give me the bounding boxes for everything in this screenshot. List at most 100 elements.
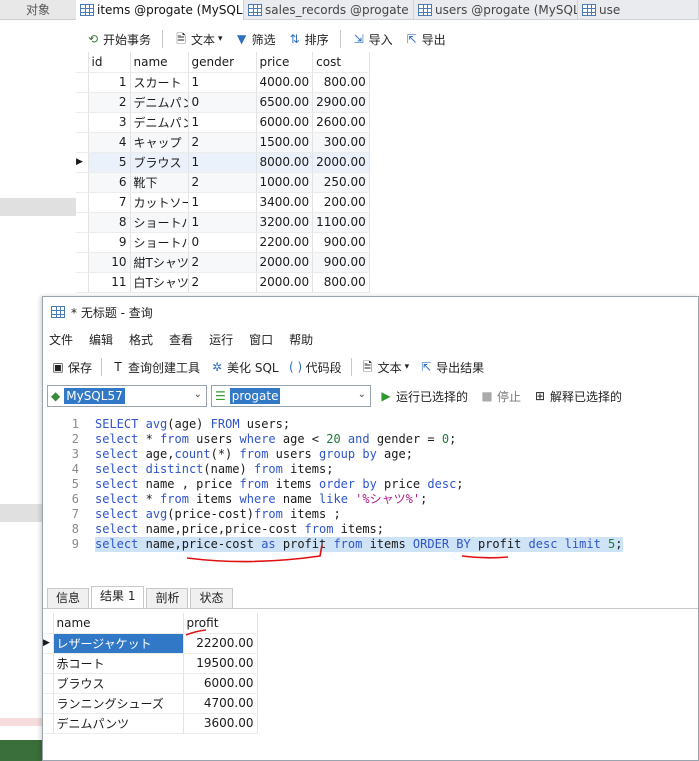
grid-cell-cost[interactable]: 900.00 bbox=[312, 252, 370, 273]
grid-cell-name[interactable]: ショートパンツ bbox=[130, 232, 189, 253]
editor-line[interactable]: 1 SELECT avg(age) FROM users; bbox=[43, 417, 698, 432]
grid-cell-id[interactable]: 9 bbox=[88, 232, 131, 253]
grid-cell-id[interactable]: 10 bbox=[88, 252, 131, 273]
menu-help[interactable]: 帮助 bbox=[287, 329, 327, 351]
grid-cell-price[interactable]: 2000.00 bbox=[256, 252, 314, 273]
grid-cell-name[interactable]: ブラウス bbox=[130, 152, 189, 173]
grid-cell-name[interactable]: 靴下 bbox=[130, 172, 189, 193]
grid-cell-name[interactable]: デニムパンツ bbox=[53, 713, 184, 734]
text-view-button[interactable]: 🗎 文本 ▾ bbox=[170, 28, 227, 50]
tab-status[interactable]: 状态 bbox=[190, 588, 233, 608]
grid-cell-id[interactable]: 4 bbox=[88, 132, 131, 153]
grid-cell-cost[interactable]: 300.00 bbox=[312, 132, 370, 153]
beautify-sql-button[interactable]: ✲ 美化 SQL bbox=[206, 356, 283, 378]
grid-cell-id[interactable]: 7 bbox=[88, 192, 131, 213]
menu-run[interactable]: 运行 bbox=[207, 329, 247, 351]
grid-cell-name[interactable]: スカート bbox=[130, 72, 189, 93]
grid-cell-gender[interactable]: 0 bbox=[188, 92, 257, 113]
table-row[interactable]: 1 スカート 1 4000.00 800.00 bbox=[76, 72, 370, 93]
query-builder-button[interactable]: T 查询创建工具 bbox=[107, 356, 204, 378]
grid-cell-gender[interactable]: 1 bbox=[188, 192, 257, 213]
menu-view[interactable]: 查看 bbox=[167, 329, 207, 351]
grid-cell-profit[interactable]: 19500.00 bbox=[183, 653, 258, 674]
grid-cell-profit[interactable]: 22200.00 bbox=[183, 633, 258, 654]
column-header-cost[interactable]: cost bbox=[312, 52, 370, 73]
grid-cell-name[interactable]: レザージャケット bbox=[53, 633, 184, 654]
table-row[interactable]: ブラウス 6000.00 bbox=[43, 673, 258, 694]
grid-cell-profit[interactable]: 3600.00 bbox=[183, 713, 258, 734]
grid-cell-cost[interactable]: 2900.00 bbox=[312, 92, 370, 113]
tab-users[interactable]: users @progate (MySQL... bbox=[414, 0, 578, 20]
table-row[interactable]: ランニングシューズ 4700.00 bbox=[43, 693, 258, 714]
table-row[interactable]: 2デニムパンツ06500.002900.00 bbox=[76, 92, 370, 113]
grid-cell-gender[interactable]: 2 bbox=[188, 172, 257, 193]
table-row[interactable]: 7 カットソー 1 3400.00 200.00 bbox=[76, 192, 370, 213]
tab-result-1[interactable]: 结果 1 bbox=[91, 586, 145, 608]
editor-line[interactable]: 2 select * from users where age < 20 and … bbox=[43, 432, 698, 447]
column-header-name[interactable]: name bbox=[53, 613, 184, 634]
grid-cell-name[interactable]: ショートパンツ bbox=[130, 212, 189, 233]
editor-line[interactable]: 4 select distinct(name) from items; bbox=[43, 462, 698, 477]
tab-use[interactable]: use bbox=[578, 0, 699, 20]
stop-button[interactable]: ■ 停止 bbox=[476, 385, 525, 407]
grid-cell-name[interactable]: ランニングシューズ bbox=[53, 693, 184, 714]
grid-cell-price[interactable]: 8000.00 bbox=[256, 152, 314, 173]
grid-cell-id[interactable]: 5 bbox=[88, 152, 131, 173]
menu-window[interactable]: 窗口 bbox=[247, 329, 287, 351]
grid-cell-cost[interactable]: 800.00 bbox=[312, 72, 370, 93]
grid-cell-id[interactable]: 6 bbox=[88, 172, 131, 193]
database-select[interactable]: ☰ progate ⌄ bbox=[211, 385, 371, 407]
grid-cell-cost[interactable]: 200.00 bbox=[312, 192, 370, 213]
tab-sales-records[interactable]: sales_records @progate (... bbox=[244, 0, 414, 20]
grid-cell-price[interactable]: 6500.00 bbox=[256, 92, 314, 113]
editor-line[interactable]: 7 select avg(price-cost)from items ; bbox=[43, 507, 698, 522]
sql-editor[interactable]: 1 SELECT avg(age) FROM users; 2 select * fr… bbox=[43, 413, 698, 583]
code-snippet-button[interactable]: ( ) 代码段 bbox=[285, 356, 346, 378]
table-row[interactable]: 6 靴下 2 1000.00 250.00 bbox=[76, 172, 370, 193]
export-button[interactable]: ⇱ 导出 bbox=[401, 28, 450, 50]
grid-cell-id[interactable]: 2 bbox=[88, 92, 131, 113]
tab-info[interactable]: 信息 bbox=[47, 588, 90, 608]
grid-cell-name[interactable]: 白Tシャツ bbox=[130, 272, 189, 293]
table-row[interactable]: ▶ 5 ブラウス 1 8000.00 2000.00 bbox=[76, 152, 370, 173]
editor-line[interactable]: 3 select age,count(*) from users group by… bbox=[43, 447, 698, 462]
grid-cell-id[interactable]: 3 bbox=[88, 112, 131, 133]
grid-cell-price[interactable]: 1000.00 bbox=[256, 172, 314, 193]
explain-selected-button[interactable]: ⊞ 解释已选择的 bbox=[529, 385, 626, 407]
save-button[interactable]: ▣ 保存 bbox=[47, 356, 96, 378]
editor-line[interactable]: 8 select name,price,price-cost from items… bbox=[43, 522, 698, 537]
grid-cell-name[interactable]: ブラウス bbox=[53, 673, 184, 694]
begin-transaction-button[interactable]: ⟲ 开始事务 bbox=[82, 28, 155, 50]
grid-cell-name[interactable]: 紺Tシャツ bbox=[130, 252, 189, 273]
grid-cell-price[interactable]: 2200.00 bbox=[256, 232, 314, 253]
grid-cell-gender[interactable]: 2 bbox=[188, 132, 257, 153]
column-header-name[interactable]: name bbox=[130, 52, 189, 73]
grid-cell-name[interactable]: 赤コート bbox=[53, 653, 184, 674]
editor-line[interactable]: 9 select name,price-cost as profit from i… bbox=[43, 537, 698, 552]
export-result-button[interactable]: ⇱ 导出结果 bbox=[415, 356, 488, 378]
grid-cell-name[interactable]: デニムパンツ bbox=[130, 92, 189, 113]
grid-cell-cost[interactable]: 2000.00 bbox=[312, 152, 370, 173]
menu-edit[interactable]: 编辑 bbox=[87, 329, 127, 351]
grid-cell-gender[interactable]: 2 bbox=[188, 272, 257, 293]
grid-cell-cost[interactable]: 1100.00 bbox=[312, 212, 370, 233]
grid-cell-cost[interactable]: 800.00 bbox=[312, 272, 370, 293]
menu-format[interactable]: 格式 bbox=[127, 329, 167, 351]
column-header-gender[interactable]: gender bbox=[188, 52, 257, 73]
import-button[interactable]: ⇲ 导入 bbox=[348, 28, 397, 50]
table-row[interactable]: ▶ レザージャケット 22200.00 bbox=[43, 633, 258, 654]
grid-cell-price[interactable]: 3200.00 bbox=[256, 212, 314, 233]
run-selected-button[interactable]: ▶ 运行已选择的 bbox=[375, 385, 472, 407]
grid-cell-price[interactable]: 6000.00 bbox=[256, 112, 314, 133]
connection-select[interactable]: ◆ MySQL57 ⌄ bbox=[47, 385, 207, 407]
table-row[interactable]: デニムパンツ 3600.00 bbox=[43, 713, 258, 734]
column-header-profit[interactable]: profit bbox=[183, 613, 258, 634]
grid-cell-gender[interactable]: 2 bbox=[188, 252, 257, 273]
grid-cell-gender[interactable]: 0 bbox=[188, 232, 257, 253]
grid-cell-id[interactable]: 1 bbox=[88, 72, 131, 93]
table-row[interactable]: 3デニムパンツ16000.002600.00 bbox=[76, 112, 370, 133]
grid-cell-gender[interactable]: 1 bbox=[188, 152, 257, 173]
editor-line[interactable]: 6 select * from items where name like '%シ… bbox=[43, 492, 698, 507]
navigator-item[interactable] bbox=[0, 504, 42, 522]
column-header-price[interactable]: price bbox=[256, 52, 314, 73]
